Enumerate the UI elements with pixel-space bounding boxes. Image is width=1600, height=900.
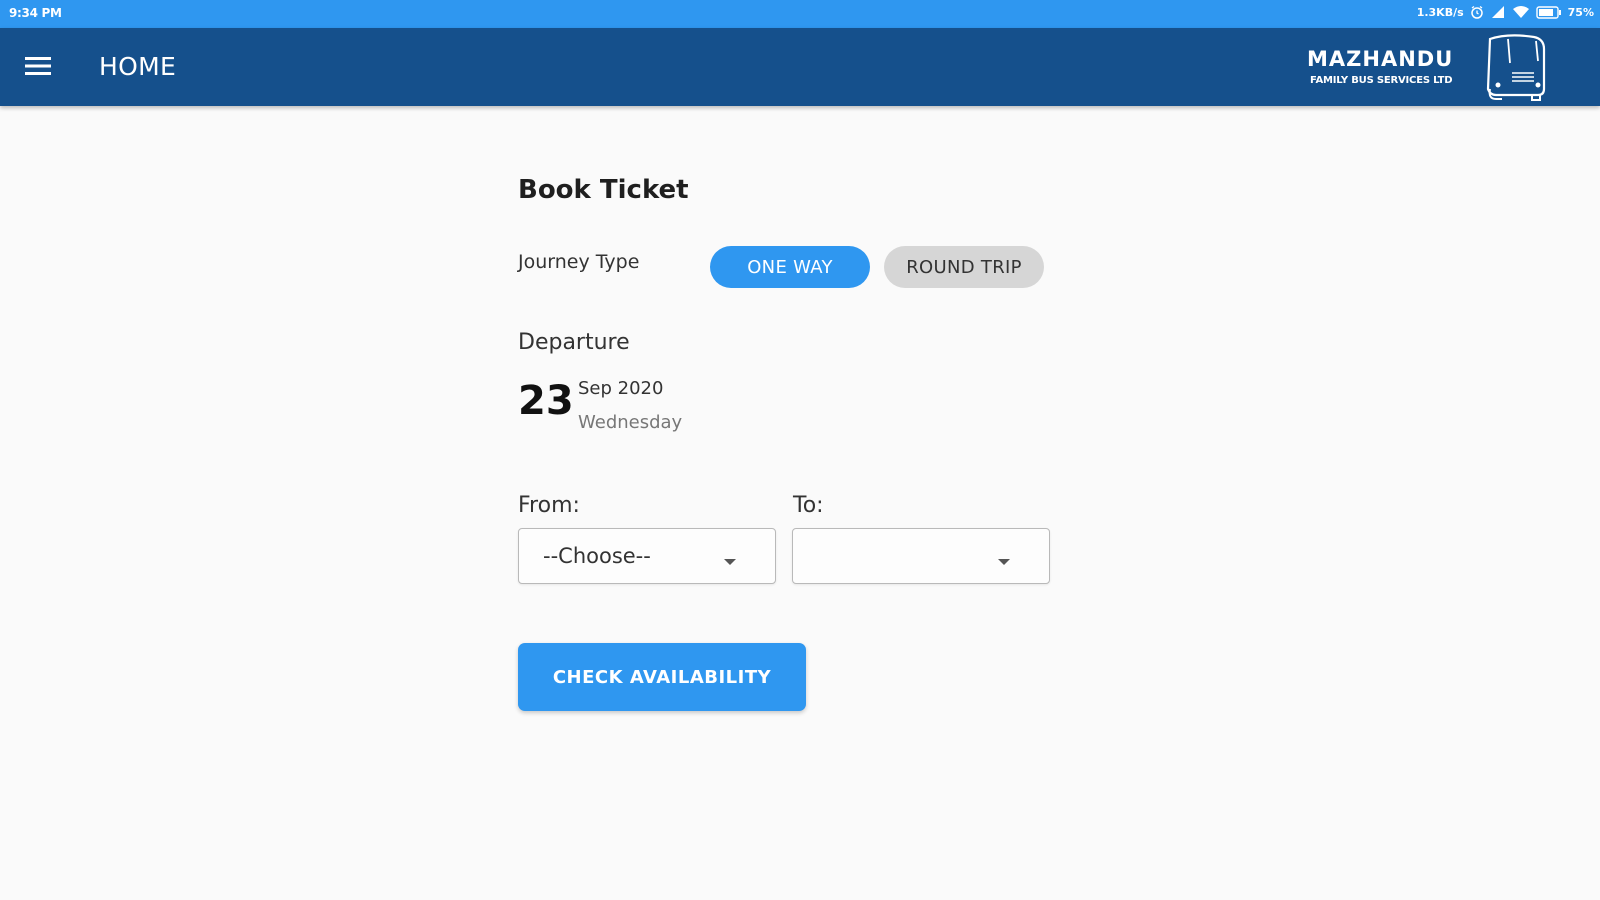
section-title: Book Ticket bbox=[518, 175, 689, 205]
brand-name: MAZHANDU bbox=[1307, 47, 1454, 71]
from-label: From: bbox=[518, 493, 580, 518]
from-select-value: --Choose-- bbox=[543, 544, 651, 568]
brand-subtitle: FAMILY BUS SERVICES LTD bbox=[1310, 75, 1453, 86]
journey-type-label: Journey Type bbox=[518, 251, 640, 273]
status-indicators: 1.3KB/s 75% bbox=[1417, 5, 1594, 19]
from-select[interactable]: --Choose-- bbox=[518, 528, 776, 584]
status-time: 9:34 PM bbox=[9, 6, 62, 20]
bus-icon bbox=[1468, 33, 1548, 108]
menu-button[interactable] bbox=[18, 48, 58, 88]
net-speed: 1.3KB/s bbox=[1416, 5, 1464, 19]
dropdown-caret-icon bbox=[723, 553, 737, 571]
round-trip-chip[interactable]: ROUND TRIP bbox=[884, 246, 1044, 288]
wifi-icon bbox=[1512, 5, 1530, 19]
brand-logo: MAZHANDU FAMILY BUS SERVICES LTD bbox=[1300, 33, 1550, 103]
to-select[interactable] bbox=[792, 528, 1050, 584]
page-title: HOME bbox=[99, 52, 177, 81]
app-bar: HOME MAZHANDU FAMILY BUS SERVICES LTD bbox=[0, 28, 1600, 106]
one-way-chip[interactable]: ONE WAY bbox=[710, 246, 870, 288]
signal-icon bbox=[1490, 5, 1506, 19]
departure-month-year[interactable]: Sep 2020 bbox=[578, 378, 663, 399]
hamburger-menu-icon bbox=[24, 55, 52, 82]
dropdown-caret-icon bbox=[997, 553, 1011, 571]
alarm-icon bbox=[1470, 5, 1484, 19]
battery-icon bbox=[1535, 5, 1562, 19]
departure-weekday[interactable]: Wednesday bbox=[578, 412, 682, 433]
to-label: To: bbox=[793, 493, 824, 518]
check-availability-button[interactable]: CHECK AVAILABILITY bbox=[518, 643, 806, 711]
departure-label: Departure bbox=[518, 330, 630, 355]
status-bar: 9:34 PM 1.3KB/s 75% bbox=[0, 0, 1600, 28]
departure-day[interactable]: 23 bbox=[518, 378, 574, 424]
battery-percent: 75% bbox=[1567, 5, 1594, 19]
